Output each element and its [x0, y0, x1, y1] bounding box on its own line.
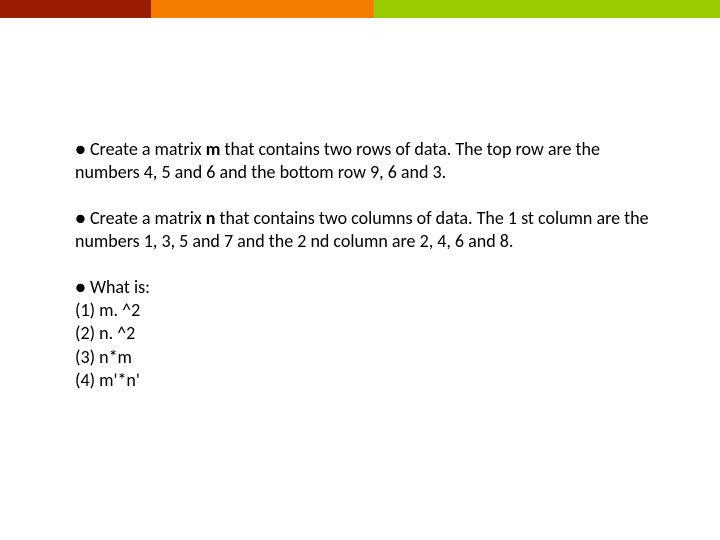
question-4: (4) m'*n' [75, 369, 650, 392]
bullet-icon: ● [75, 207, 86, 229]
bar-green [374, 0, 720, 18]
var-n: n [206, 207, 216, 229]
paragraph-create-m: ● Create a matrix m that contains two ro… [75, 138, 650, 185]
bar-red [0, 0, 151, 18]
text-m-pre: Create a matrix [90, 138, 206, 160]
bullet-icon: ● [75, 138, 86, 160]
slide-content: ● Create a matrix m that contains two ro… [0, 18, 720, 393]
bar-orange [151, 0, 374, 18]
header-color-bar [0, 0, 720, 18]
question-2: (2) n. ^2 [75, 322, 650, 345]
paragraph-questions: ● What is: (1) m. ^2 (2) n. ^2 (3) n*m (… [75, 276, 650, 393]
text-n-pre: Create a matrix [90, 207, 206, 229]
var-m: m [206, 138, 221, 160]
paragraph-create-n: ● Create a matrix n that contains two co… [75, 207, 650, 254]
question-1: (1) m. ^2 [75, 299, 650, 322]
question-lead: What is: [90, 276, 150, 298]
bullet-icon: ● [75, 276, 86, 298]
question-3: (3) n*m [75, 346, 650, 369]
